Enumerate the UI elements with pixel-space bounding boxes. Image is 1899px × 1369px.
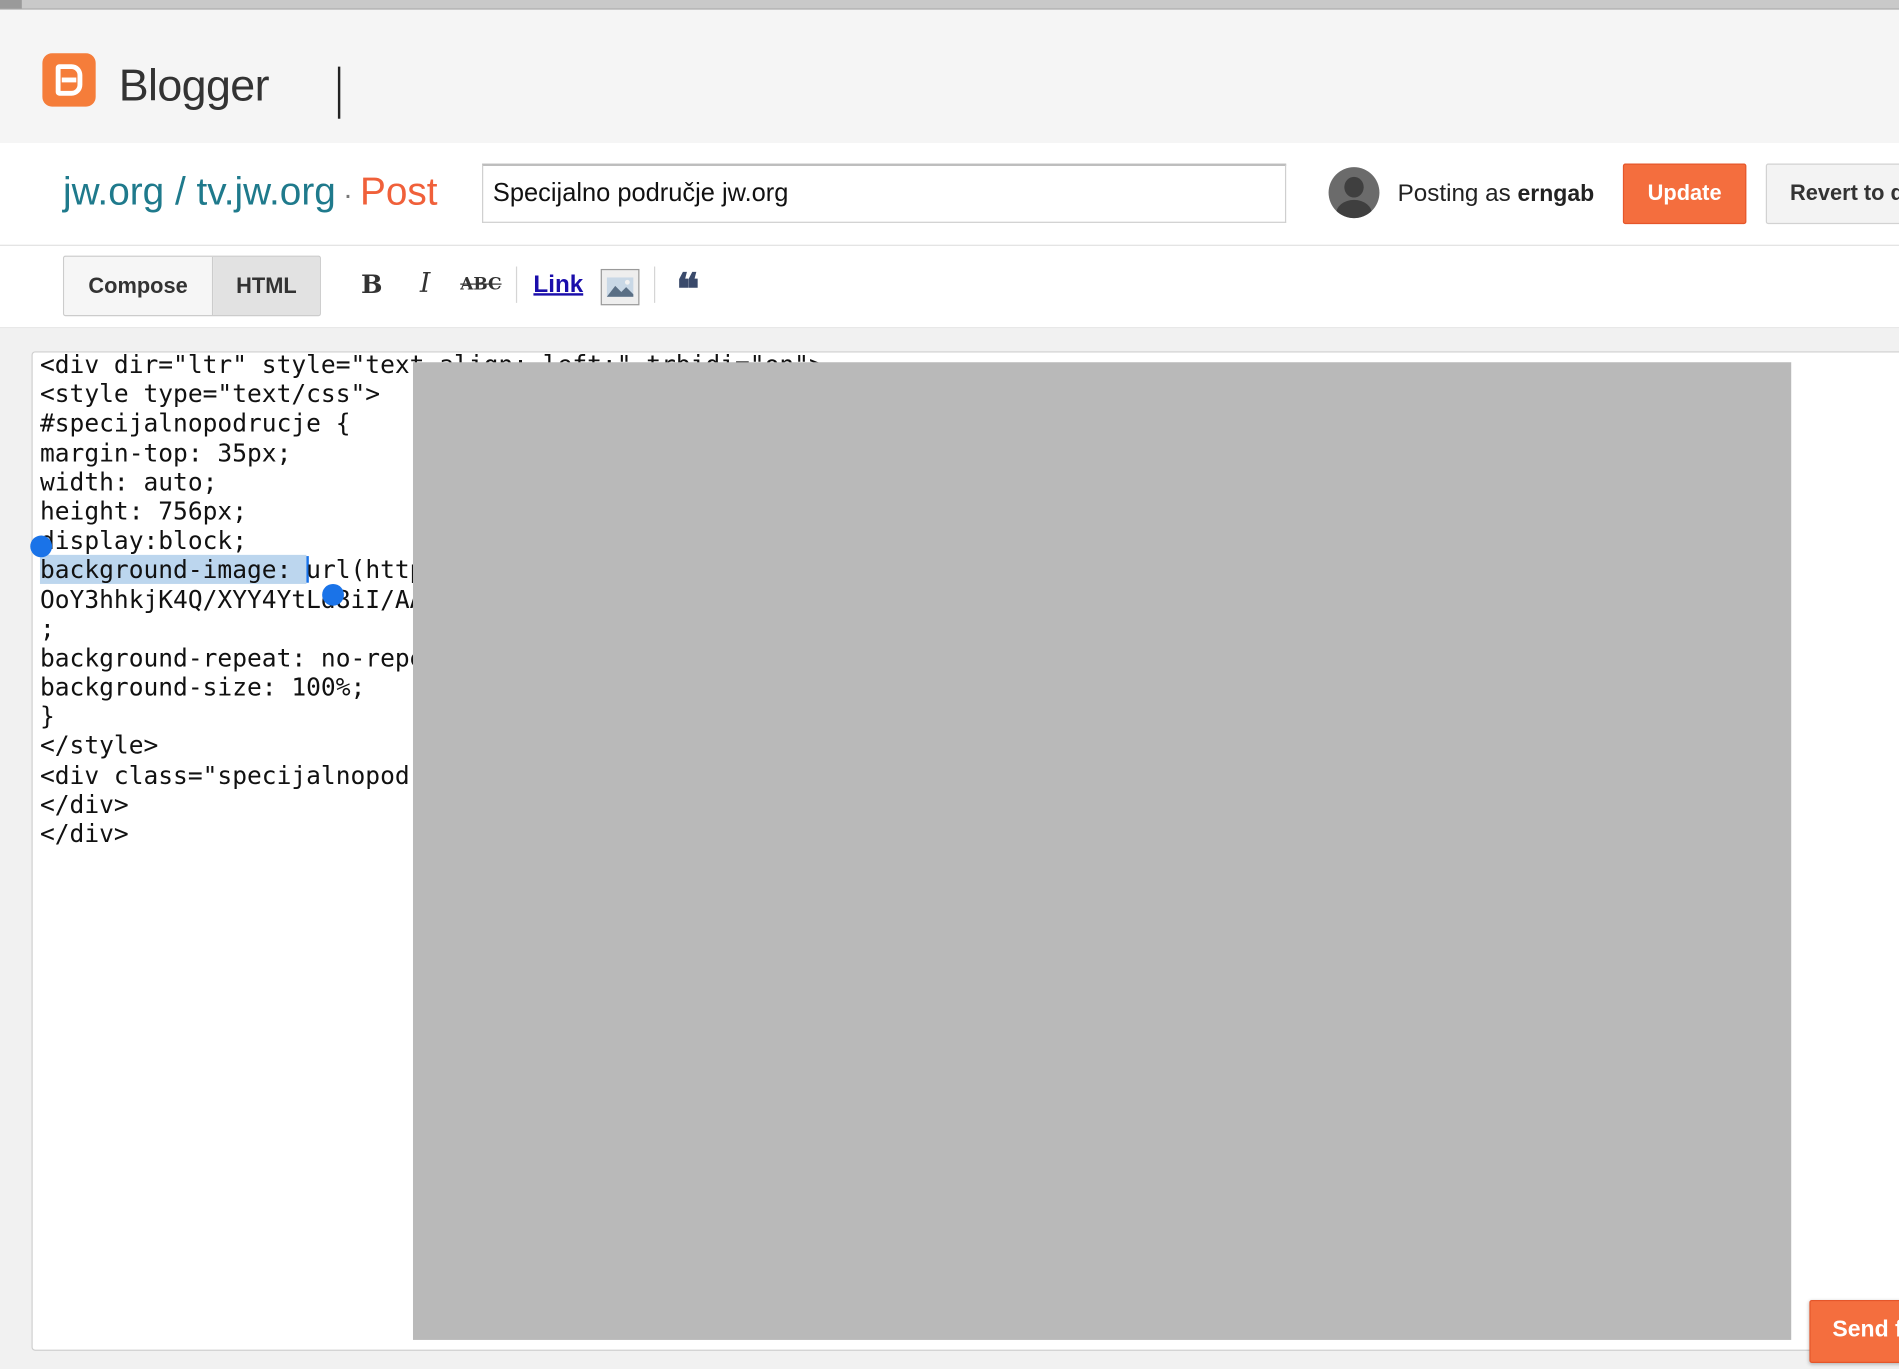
selection-end-handle[interactable] xyxy=(322,583,344,606)
breadcrumb: jw.org / tv.jw.org · Post xyxy=(63,170,438,215)
editor-toolbar: Compose HTML B I ABC Link ❝ xyxy=(0,245,1899,329)
browser-top-strip xyxy=(0,0,1899,10)
toolbar-divider xyxy=(515,266,518,303)
html-mode-button[interactable]: HTML xyxy=(213,256,320,315)
strikethrough-icon[interactable]: ABC xyxy=(460,267,501,303)
blogger-logo-icon[interactable] xyxy=(42,53,96,107)
blog-name-link[interactable]: jw.org / tv.jw.org xyxy=(63,170,336,214)
insert-image-icon[interactable] xyxy=(600,268,640,306)
post-header-bar: jw.org / tv.jw.org·Post Posting as ernga… xyxy=(0,142,1899,246)
section-label: Post xyxy=(360,169,438,214)
redacted-overlay xyxy=(412,362,1792,1340)
user-avatar[interactable] xyxy=(1328,167,1380,219)
selection-start-handle[interactable] xyxy=(30,535,53,558)
selected-text: background-image: xyxy=(39,555,307,585)
username: erngab xyxy=(1517,181,1595,208)
quote-icon[interactable]: ❝ xyxy=(671,267,705,313)
link-button[interactable]: Link xyxy=(529,267,587,303)
compose-mode-button[interactable]: Compose xyxy=(64,256,214,315)
breadcrumb-separator: · xyxy=(343,179,353,213)
app-header: Blogger xyxy=(0,9,1899,143)
app-brand[interactable]: Blogger xyxy=(119,61,270,112)
posting-as-label: Posting as xyxy=(1397,180,1511,208)
toolbar-divider xyxy=(653,266,656,303)
post-title-input[interactable] xyxy=(482,163,1287,223)
mode-switch: Compose HTML xyxy=(62,255,321,317)
revert-to-draft-button[interactable]: Revert to draft xyxy=(1765,163,1899,225)
update-button[interactable]: Update xyxy=(1622,163,1747,225)
posting-as: Posting as erngab xyxy=(1398,181,1595,209)
bold-icon[interactable]: B xyxy=(358,267,385,303)
italic-icon[interactable]: I xyxy=(412,267,439,303)
send-feedback-button[interactable]: Send feedback xyxy=(1809,1299,1899,1363)
blogger-window: Blogger jw.org / tv.jw.org·Post Posting … xyxy=(0,0,1899,1369)
window-corner xyxy=(0,0,22,9)
text-cursor xyxy=(337,66,341,119)
